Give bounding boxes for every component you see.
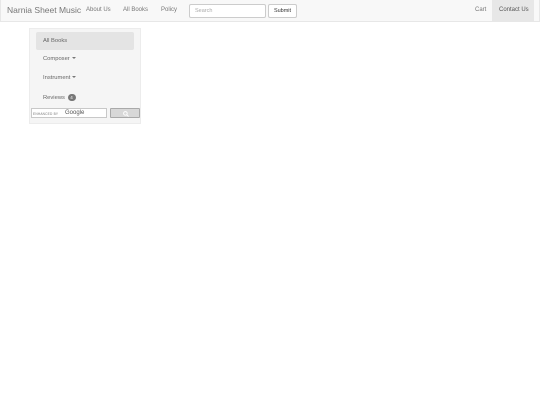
nav-link-contact-us-label: Contact Us xyxy=(499,7,529,13)
sidebar-item-label: Reviews xyxy=(43,95,65,102)
sidebar-item-label: Instrument xyxy=(43,75,71,81)
google-logo: Google xyxy=(65,110,85,116)
nav-link-cart[interactable]: Cart xyxy=(475,7,486,13)
nav-link-about-us[interactable]: About Us xyxy=(86,7,111,13)
google-search-input[interactable]: ENHANCED BY Google xyxy=(31,108,107,118)
enhanced-by-label: ENHANCED BY xyxy=(33,112,59,116)
sidebar-item-composer[interactable]: Composer xyxy=(36,50,134,68)
sidebar-item-all-books[interactable]: All Books xyxy=(36,32,134,50)
reviews-count-badge: 4 xyxy=(67,94,76,101)
search-icon xyxy=(123,111,129,117)
nav-link-contact-us[interactable]: Contact Us xyxy=(492,0,534,21)
search-input[interactable] xyxy=(189,4,266,18)
google-search-button[interactable] xyxy=(110,108,140,118)
navbar: Narnia Sheet Music About Us All Books Po… xyxy=(0,0,540,22)
brand-link[interactable]: Narnia Sheet Music xyxy=(7,5,81,15)
sidebar-item-label: All Books xyxy=(43,38,68,44)
sidebar-item-instrument[interactable]: Instrument xyxy=(36,69,134,87)
nav-link-policy[interactable]: Policy xyxy=(161,7,177,13)
sidebar-item-label: Composer xyxy=(43,56,70,62)
caret-down-icon xyxy=(71,57,76,60)
submit-button[interactable]: Submit xyxy=(268,4,297,18)
nav-link-all-books[interactable]: All Books xyxy=(123,7,148,13)
caret-down-icon xyxy=(72,76,77,79)
sidebar-item-reviews[interactable]: Reviews 4 xyxy=(36,88,134,106)
